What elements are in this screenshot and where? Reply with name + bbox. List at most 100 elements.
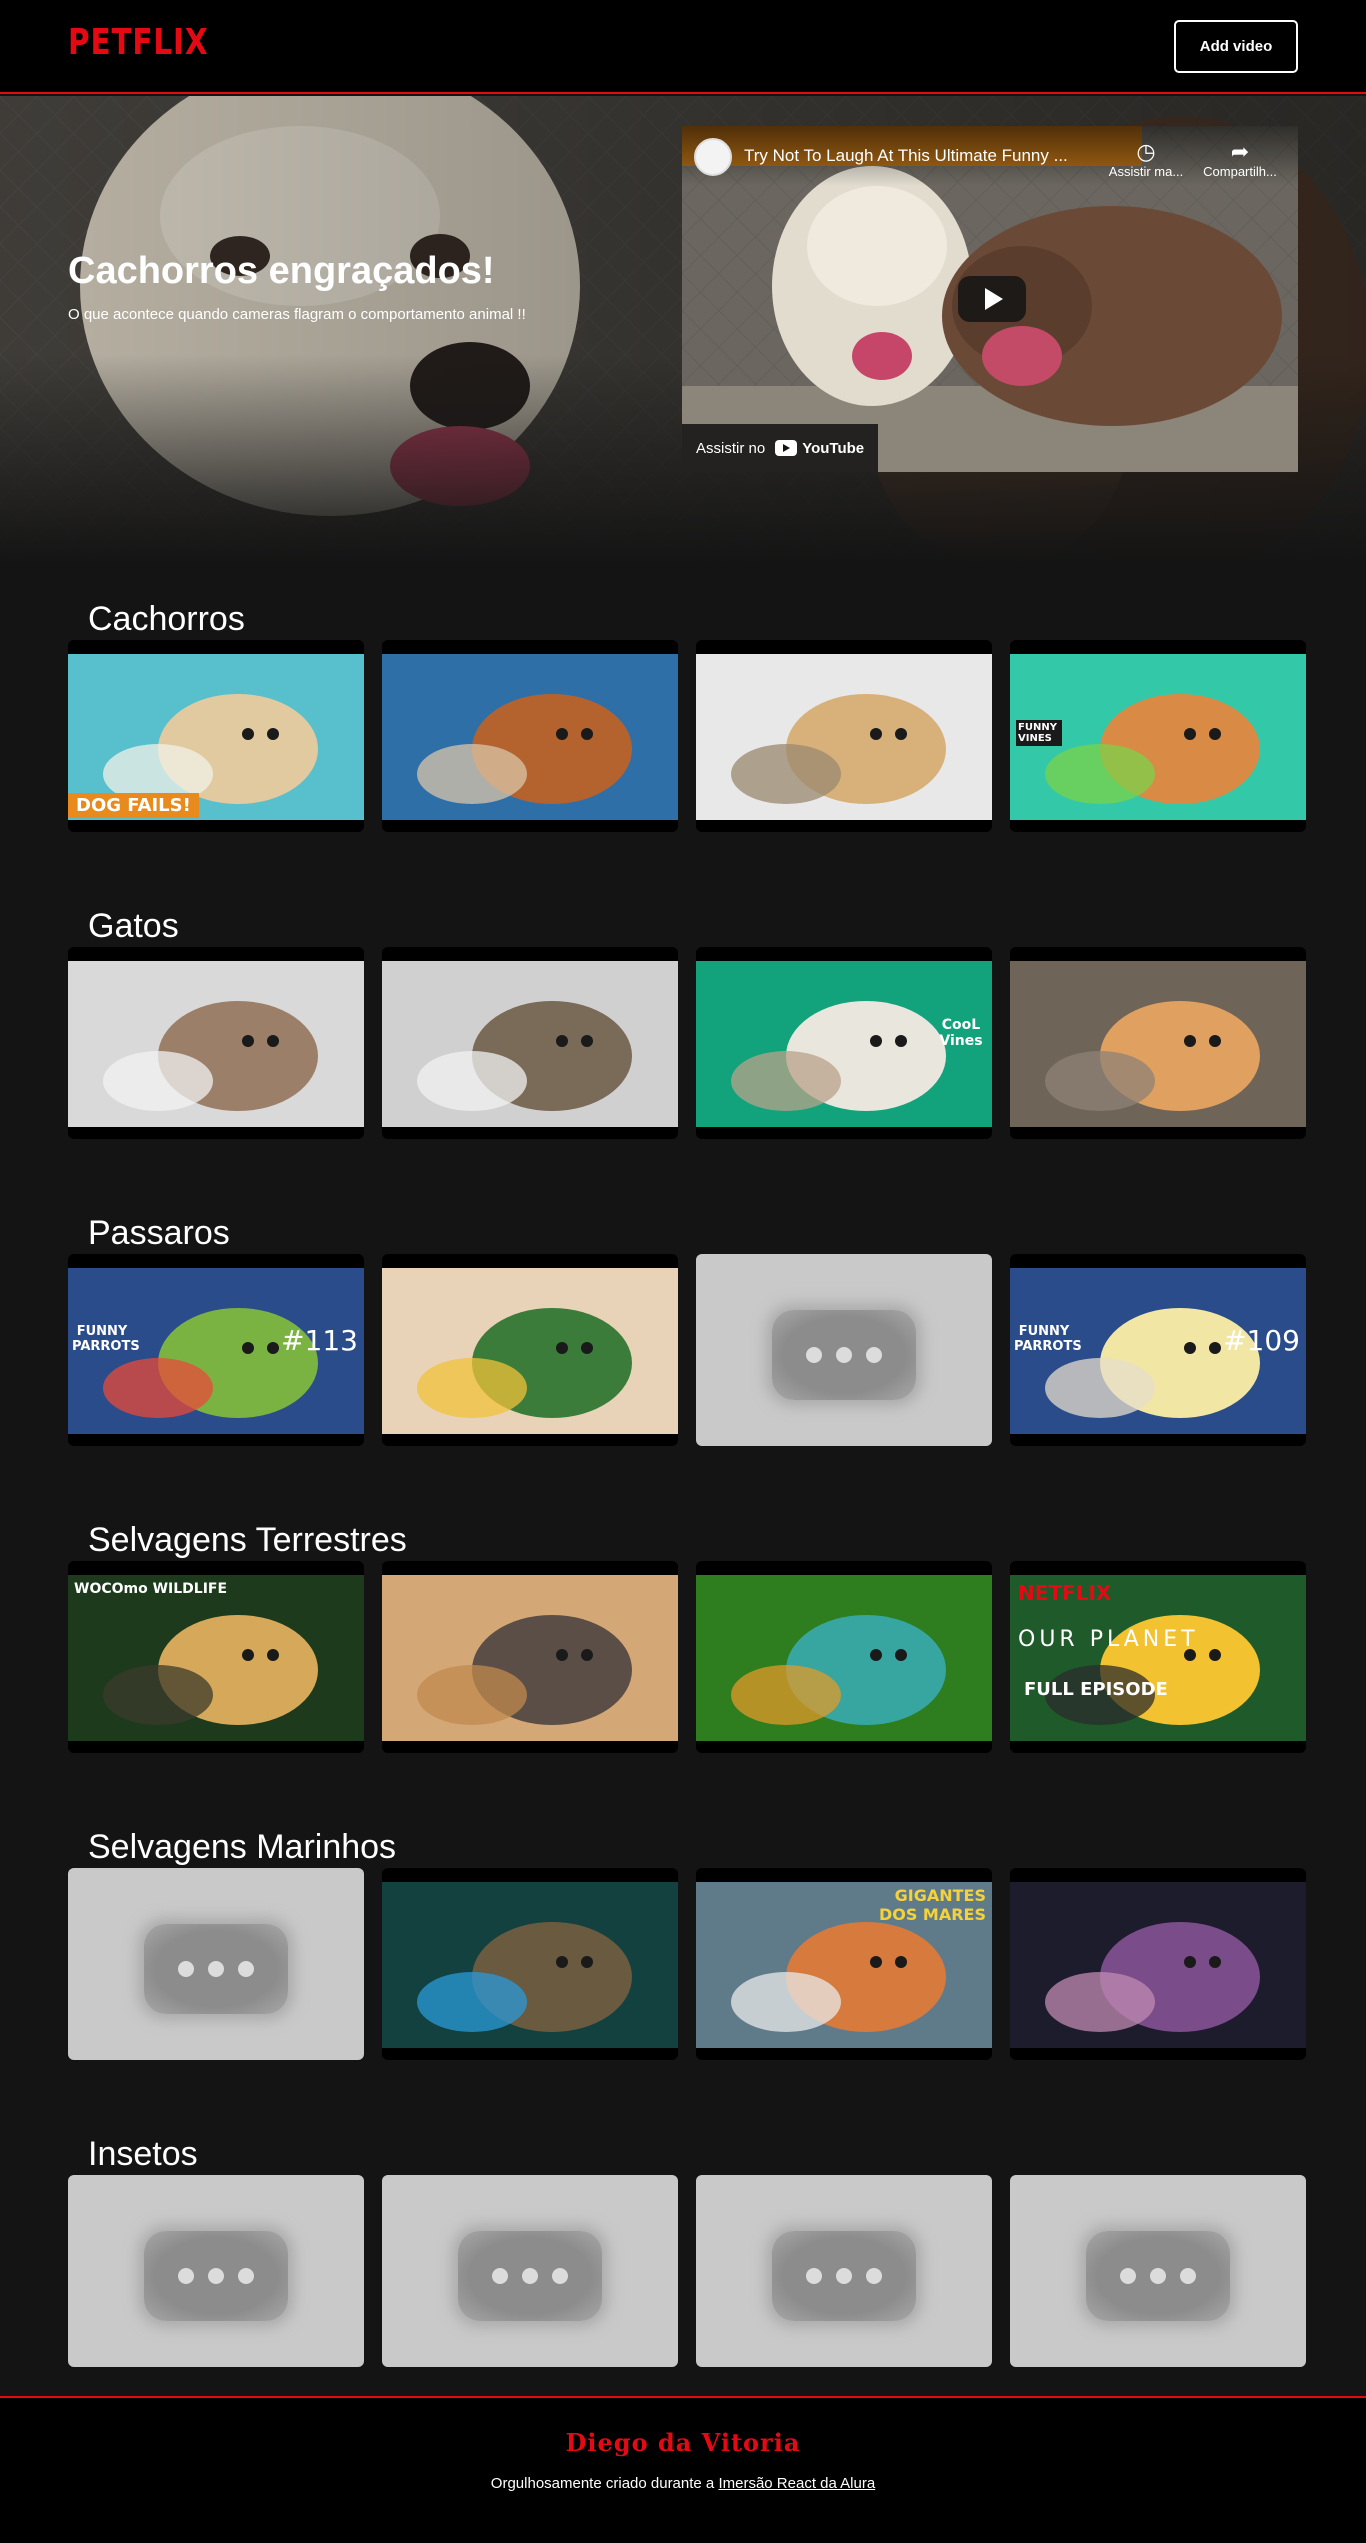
alura-link[interactable]: Imersão React da Alura <box>718 2475 875 2492</box>
petflix-logo[interactable]: PETFLIX <box>68 22 208 63</box>
thumbnail-caption: FULL EPISODE <box>1024 1679 1168 1700</box>
thumbnail-caption: FUNNY VINES <box>1016 720 1062 746</box>
video-card[interactable] <box>382 1868 678 2060</box>
video-card[interactable]: CooL Vines <box>696 947 992 1139</box>
video-thumbnail <box>382 1882 678 2048</box>
footer-credit: Orgulhosamente criado durante a Imersão … <box>0 2475 1366 2492</box>
video-thumbnail <box>382 654 678 820</box>
video-thumbnail <box>696 1575 992 1741</box>
thumbnail-caption: FUNNY PARROTS <box>72 1324 140 1354</box>
video-unavailable-icon <box>144 2231 288 2321</box>
video-card[interactable]: DOG FAILS! <box>68 640 364 832</box>
video-card[interactable] <box>382 1561 678 1753</box>
thumbnail-caption: #109 <box>1223 1324 1300 1357</box>
video-thumbnail <box>696 654 992 820</box>
dot-icon <box>178 1961 194 1977</box>
video-card[interactable]: FUNNY PARROTS #113 <box>68 1254 364 1446</box>
video-carousel: CooL Vines <box>68 947 1308 1139</box>
video-card[interactable] <box>68 2175 364 2367</box>
dot-icon <box>836 1347 852 1363</box>
dot-icon <box>178 2268 194 2284</box>
watch-later-label: Assistir ma... <box>1108 164 1184 179</box>
video-thumbnail <box>68 961 364 1127</box>
share-label: Compartilh... <box>1203 164 1277 179</box>
video-card[interactable] <box>382 2175 678 2367</box>
thumbnail-caption: OUR PLANET <box>1018 1627 1199 1652</box>
category-title: Passaros <box>88 1214 230 1252</box>
video-card[interactable] <box>382 1254 678 1446</box>
video-title[interactable]: Try Not To Laugh At This Ultimate Funny … <box>744 146 1114 166</box>
video-card[interactable] <box>1010 947 1306 1139</box>
video-card[interactable] <box>696 1561 992 1753</box>
video-card[interactable]: FUNNY PARROTS #109 <box>1010 1254 1306 1446</box>
dot-icon <box>238 1961 254 1977</box>
video-carousel: GIGANTES DOS MARES <box>68 1868 1308 2060</box>
watch-on-youtube-button[interactable]: Assistir no YouTube <box>682 424 879 472</box>
video-card[interactable] <box>68 947 364 1139</box>
thumbnail-caption: GIGANTES DOS MARES <box>878 1886 986 1924</box>
video-card[interactable]: WOCOmo WILDLIFE <box>68 1561 364 1753</box>
category-title: Selvagens Marinhos <box>88 1828 397 1866</box>
dot-icon <box>1150 2268 1166 2284</box>
category-title: Selvagens Terrestres <box>88 1521 407 1559</box>
video-card[interactable] <box>696 640 992 832</box>
share-button[interactable]: ➦ Compartilh... <box>1196 140 1284 180</box>
video-card[interactable] <box>696 2175 992 2367</box>
banner-description: O que acontece quando cameras flagram o … <box>68 306 526 323</box>
video-card[interactable] <box>382 947 678 1139</box>
video-thumbnail <box>68 1575 364 1741</box>
video-thumbnail <box>1010 1882 1306 2048</box>
video-thumbnail <box>382 1268 678 1434</box>
dot-icon <box>238 2268 254 2284</box>
video-card[interactable] <box>68 1868 364 2060</box>
youtube-label: YouTube <box>802 439 865 457</box>
video-carousel: DOG FAILS! FUNNY VINES <box>68 640 1308 832</box>
video-card[interactable] <box>1010 1868 1306 2060</box>
video-carousel <box>68 2175 1308 2367</box>
dot-icon <box>806 2268 822 2284</box>
dot-icon <box>1180 2268 1196 2284</box>
add-video-button[interactable]: Add video <box>1174 20 1298 73</box>
category-title: Cachorros <box>88 600 245 638</box>
youtube-player[interactable]: Try Not To Laugh At This Ultimate Funny … <box>682 126 1298 472</box>
footer-credit-text: Orgulhosamente criado durante a <box>490 2475 715 2492</box>
dot-icon <box>866 2268 882 2284</box>
category-title: Gatos <box>88 907 179 945</box>
dot-icon <box>492 2268 508 2284</box>
play-button[interactable] <box>958 276 1026 322</box>
footer-author: Diego da Vitoria <box>565 2428 801 2457</box>
video-unavailable-icon <box>1086 2231 1230 2321</box>
channel-avatar[interactable] <box>694 138 732 176</box>
video-card[interactable] <box>696 1254 992 1446</box>
dot-icon <box>208 1961 224 1977</box>
thumbnail-caption: #113 <box>281 1324 358 1357</box>
video-thumbnail <box>382 961 678 1127</box>
top-navbar: PETFLIX Add video <box>0 0 1366 94</box>
video-carousel: FUNNY PARROTS #113 FUNNY PARROTS #109 <box>68 1254 1308 1446</box>
video-card[interactable] <box>1010 2175 1306 2367</box>
video-unavailable-icon <box>458 2231 602 2321</box>
video-card[interactable]: GIGANTES DOS MARES <box>696 1868 992 2060</box>
thumbnail-caption: NETFLIX <box>1018 1581 1112 1605</box>
video-thumbnail <box>382 1575 678 1741</box>
dot-icon <box>836 2268 852 2284</box>
video-card[interactable] <box>382 640 678 832</box>
clock-icon: ◷ <box>1136 139 1156 164</box>
youtube-logo: YouTube <box>775 440 864 457</box>
dot-icon <box>866 1347 882 1363</box>
video-unavailable-icon <box>144 1924 288 2014</box>
dot-icon <box>806 1347 822 1363</box>
video-carousel: WOCOmo WILDLIFE NETFLIX OUR PLANET FULL EPI… <box>68 1561 1308 1753</box>
youtube-icon <box>775 440 798 456</box>
video-thumbnail <box>1010 961 1306 1127</box>
hero-banner: Cachorros engraçados! O que acontece qua… <box>0 96 1366 566</box>
video-unavailable-icon <box>772 1310 916 1400</box>
dot-icon <box>522 2268 538 2284</box>
footer: Diego da Vitoria Orgulhosamente criado d… <box>0 2396 1366 2543</box>
video-card[interactable]: FUNNY VINES <box>1010 640 1306 832</box>
thumbnail-caption: FUNNY PARROTS <box>1014 1324 1082 1354</box>
watch-later-button[interactable]: ◷ Assistir ma... <box>1102 139 1190 180</box>
video-card[interactable]: NETFLIX OUR PLANET FULL EPISODE <box>1010 1561 1306 1753</box>
thumbnail-caption: WOCOmo WILDLIFE <box>74 1581 228 1597</box>
dot-icon <box>1120 2268 1136 2284</box>
